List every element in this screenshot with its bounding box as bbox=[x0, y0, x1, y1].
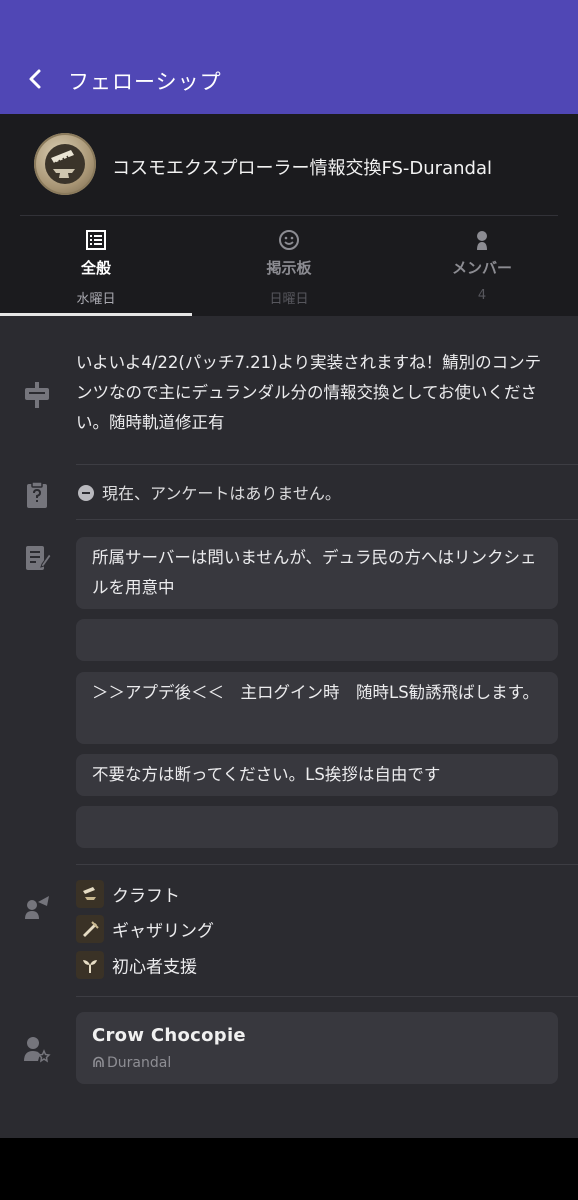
note-card bbox=[76, 806, 558, 848]
fellowship-description: いよいよ4/22(パッチ7.21)より実装されますね！鯖別のコンテンツなので主に… bbox=[76, 353, 542, 432]
tab-members-label: メンバー bbox=[451, 259, 512, 277]
note-card bbox=[76, 619, 558, 661]
tag-craft-label: クラフト bbox=[112, 886, 180, 907]
tab-board[interactable]: 掲示板 日曜日 bbox=[193, 226, 385, 316]
tag-beginner-support-label: 初心者支援 bbox=[112, 957, 197, 978]
divider bbox=[76, 519, 578, 520]
survey-text: 現在、アンケートはありません。 bbox=[102, 484, 341, 503]
tab-members[interactable]: メンバー 4 bbox=[386, 226, 578, 316]
leader-card[interactable]: Crow Chocopie Durandal bbox=[76, 1012, 558, 1084]
divider bbox=[76, 464, 578, 465]
leader-world-label: Durandal bbox=[107, 1055, 172, 1071]
gathering-icon bbox=[76, 915, 104, 943]
tab-members-sub: 4 bbox=[477, 288, 487, 303]
person-icon bbox=[477, 231, 487, 250]
note-card: 不要な方は断ってください。LS挨拶は自由です bbox=[76, 754, 558, 796]
craft-icon bbox=[76, 880, 104, 908]
fellowship-crest bbox=[34, 133, 96, 195]
world-icon bbox=[93, 1056, 104, 1067]
note-card: 所属サーバーは問いませんが、デュラ民の方へはリンクシェルを用意中 bbox=[76, 537, 558, 609]
divider bbox=[76, 864, 578, 865]
fellowship-screen: フェローシップ コスモエクスプローラー情報交換FS-Durandal 全般 水曜… bbox=[0, 0, 578, 1138]
divider bbox=[76, 996, 578, 997]
leader-icon bbox=[24, 1037, 51, 1063]
list-icon bbox=[86, 230, 106, 250]
page-title: フェローシップ bbox=[68, 70, 222, 94]
header-divider bbox=[20, 215, 558, 216]
tab-general[interactable]: 全般 水曜日 bbox=[0, 226, 192, 316]
notes-edit-icon bbox=[26, 546, 52, 570]
signboard-icon bbox=[25, 382, 49, 408]
leader-name: Crow Chocopie bbox=[92, 1025, 246, 1046]
fellowship-name: コスモエクスプローラー情報交換FS-Durandal bbox=[112, 158, 492, 179]
tag-beginner-support: 初心者支援 bbox=[76, 951, 197, 981]
leader-world: Durandal bbox=[92, 1055, 171, 1071]
activity-icon bbox=[25, 896, 49, 919]
minus-circle-icon bbox=[78, 485, 94, 501]
tab-general-label: 全般 bbox=[80, 259, 111, 277]
tag-craft: クラフト bbox=[76, 880, 180, 910]
tab-indicator bbox=[0, 313, 192, 316]
survey-status: 現在、アンケートはありません。 bbox=[78, 480, 341, 504]
anvil-crest-icon bbox=[45, 144, 85, 184]
note-card: ＞＞アプデ後＜＜ 主ログイン時 随時LS勧誘飛ばします。 bbox=[76, 672, 558, 744]
tag-gathering: ギャザリング bbox=[76, 915, 214, 945]
smiley-icon bbox=[279, 230, 299, 250]
chevron-left-icon bbox=[29, 69, 41, 89]
back-button[interactable] bbox=[22, 62, 50, 96]
tab-board-label: 掲示板 bbox=[266, 259, 312, 277]
clipboard-question-icon bbox=[27, 481, 47, 508]
tag-gathering-label: ギャザリング bbox=[112, 921, 214, 942]
top-bar: フェローシップ bbox=[0, 0, 578, 114]
sprout-icon bbox=[76, 951, 104, 979]
tab-board-sub: 日曜日 bbox=[269, 292, 309, 307]
tab-general-sub: 水曜日 bbox=[76, 292, 116, 307]
